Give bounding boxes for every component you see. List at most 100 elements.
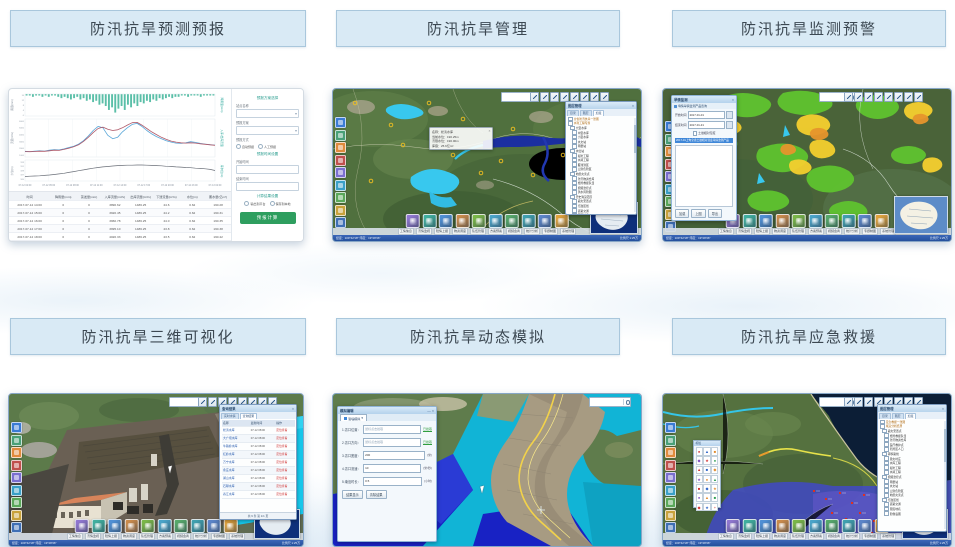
locate-link[interactable]: 定位查看 bbox=[276, 484, 294, 488]
dock-label[interactable]: 险情上报 bbox=[434, 228, 450, 235]
dock-icon-6[interactable] bbox=[808, 519, 822, 533]
palette-symbol[interactable]: ◆ bbox=[696, 456, 703, 465]
sim-row-input[interactable]: 10 bbox=[363, 464, 422, 473]
result-row[interactable]: 石碌水库07-12 08:00定位查看 bbox=[222, 483, 295, 491]
side-tool-icon-3[interactable] bbox=[11, 447, 22, 458]
palette-symbol[interactable]: ■ bbox=[711, 447, 718, 456]
palette-symbol[interactable]: ▲ bbox=[696, 466, 703, 475]
dock-label[interactable]: 汛情监视 bbox=[736, 533, 752, 540]
locate-link[interactable]: 定位查看 bbox=[276, 476, 294, 480]
dock-icon-6[interactable] bbox=[488, 214, 502, 228]
side-tool-icon-8[interactable] bbox=[335, 205, 346, 216]
layer-tree-item[interactable]: 居民地名 bbox=[568, 213, 635, 214]
dock-label[interactable]: 物资调度 bbox=[772, 533, 788, 540]
dock-label[interactable]: 专题制图 bbox=[862, 228, 878, 235]
close-icon[interactable]: × bbox=[942, 407, 944, 411]
select-tool-icon[interactable] bbox=[198, 397, 207, 407]
dialog-button[interactable]: 结果显示 bbox=[342, 490, 363, 499]
result-row[interactable]: 红岭水库07-12 08:00定位查看 bbox=[222, 451, 295, 459]
side-tool-icon-1[interactable] bbox=[665, 422, 676, 433]
dock-icon-6[interactable] bbox=[808, 214, 822, 228]
dock-label[interactable]: 队伍管理 bbox=[139, 533, 155, 540]
result-row[interactable]: 松涛水库07-12 08:00定位查看 bbox=[222, 427, 295, 435]
sim-row-input[interactable]: 鼠标点击拾取 bbox=[363, 425, 421, 434]
dock-icon-7[interactable] bbox=[825, 519, 839, 533]
dock-label[interactable]: 系统管理 bbox=[229, 533, 245, 540]
dock-label[interactable]: 视频会商 bbox=[175, 533, 191, 540]
dock-icon-1[interactable] bbox=[406, 214, 420, 228]
measure-tool-icon[interactable] bbox=[854, 397, 863, 407]
dock-icon-8[interactable] bbox=[841, 519, 855, 533]
dialog-button[interactable]: 上图 bbox=[691, 209, 705, 218]
side-tool-icon-6[interactable] bbox=[665, 485, 676, 496]
dialog-button[interactable]: 加载 bbox=[675, 209, 689, 218]
dock-icon-2[interactable] bbox=[742, 519, 756, 533]
table-row[interactable]: 2017-07-12 19:00004051.201486.2523.20.62… bbox=[9, 241, 231, 242]
dock-icon-9[interactable] bbox=[538, 214, 552, 228]
dock-label[interactable]: 方案预案 bbox=[808, 533, 824, 540]
start-date-input[interactable]: 2017-01-01 bbox=[688, 111, 725, 119]
side-tool-icon-7[interactable] bbox=[335, 192, 346, 203]
dock-icon-7[interactable] bbox=[825, 214, 839, 228]
select-tool-icon[interactable] bbox=[844, 92, 853, 102]
side-tool-icon-4[interactable] bbox=[335, 155, 346, 166]
select-tool-icon[interactable] bbox=[844, 397, 853, 407]
dock-icon-2[interactable] bbox=[422, 214, 436, 228]
table-row[interactable]: 2017-07-12 18:00004020.331486.2523.50.62… bbox=[9, 233, 231, 241]
side-tool-icon-6[interactable] bbox=[335, 180, 346, 191]
dock-icon-1[interactable] bbox=[726, 519, 740, 533]
side-tool-icon-7[interactable] bbox=[11, 497, 22, 508]
dock-icon-8[interactable] bbox=[521, 214, 535, 228]
side-tool-icon-9[interactable] bbox=[335, 217, 346, 228]
dialog-button[interactable]: 导出 bbox=[708, 209, 722, 218]
dock-icon-9[interactable] bbox=[207, 519, 221, 533]
sim-row-input[interactable]: 200 bbox=[363, 451, 425, 460]
dock-label[interactable]: 汛情监视 bbox=[85, 533, 101, 540]
dock-icon-8[interactable] bbox=[841, 214, 855, 228]
side-tool-icon-8[interactable] bbox=[11, 510, 22, 521]
side-tool-icon-5[interactable] bbox=[665, 472, 676, 483]
scheme-select[interactable] bbox=[236, 126, 299, 135]
palette-symbol[interactable]: ★ bbox=[703, 503, 710, 512]
measure-tool-icon[interactable] bbox=[208, 397, 217, 407]
dock-icon-2[interactable] bbox=[91, 519, 105, 533]
dock-label[interactable]: 险情上报 bbox=[103, 533, 119, 540]
close-icon[interactable]: × bbox=[632, 104, 634, 108]
palette-symbol[interactable]: ▲ bbox=[703, 447, 710, 456]
dock-icon-2[interactable] bbox=[742, 214, 756, 228]
palette-symbol[interactable]: ▲ bbox=[703, 493, 710, 502]
dock-label[interactable]: 物资调度 bbox=[772, 228, 788, 235]
dock-icon-3[interactable] bbox=[108, 519, 122, 533]
measure-tool-icon[interactable] bbox=[540, 92, 549, 102]
side-tool-icon-5[interactable] bbox=[11, 472, 22, 483]
palette-symbol[interactable]: ★ bbox=[696, 475, 703, 484]
locate-link[interactable]: 定位查看 bbox=[276, 444, 294, 448]
layer-checkbox-icon[interactable] bbox=[572, 213, 577, 214]
palette-symbol[interactable]: ● bbox=[696, 447, 703, 456]
table-row[interactable]: 2017-07-12 16:00003960.781486.2524.00.62… bbox=[9, 217, 231, 225]
dock-icon-10[interactable] bbox=[554, 214, 568, 228]
palette-symbol[interactable]: ■ bbox=[696, 484, 703, 493]
dock-label[interactable]: 汛情监视 bbox=[736, 228, 752, 235]
dock-icon-5[interactable] bbox=[792, 519, 806, 533]
calc-option-2[interactable]: 保存到本地 bbox=[270, 201, 291, 206]
mode-option-auto[interactable]: 自动预报 bbox=[236, 144, 254, 149]
dock-label[interactable]: 系统管理 bbox=[880, 533, 896, 540]
dock-label[interactable]: 专题制图 bbox=[211, 533, 227, 540]
close-icon[interactable]: — × bbox=[427, 409, 434, 413]
locate-link[interactable]: 定位查看 bbox=[276, 492, 294, 496]
selected-product-item[interactable]: 2017-01上旬全省土壤相对湿度旱情监测产品 bbox=[675, 138, 733, 144]
end-time-input[interactable] bbox=[236, 182, 299, 191]
side-tool-icon-8[interactable] bbox=[665, 510, 676, 521]
dock-label[interactable]: 方案预案 bbox=[488, 228, 504, 235]
north-arrow-icon[interactable] bbox=[914, 92, 923, 102]
table-row[interactable]: 2017-07-12 17:00003995.101486.2523.80.62… bbox=[9, 225, 231, 233]
dock-icon-4[interactable] bbox=[124, 519, 138, 533]
pagination[interactable]: 共 9 条 第 1/1 页 bbox=[248, 514, 269, 518]
side-tool-icon-1[interactable] bbox=[11, 422, 22, 433]
dock-label[interactable]: 队伍管理 bbox=[470, 228, 486, 235]
dock-label[interactable]: 工情信息 bbox=[718, 228, 734, 235]
dock-label[interactable]: 队伍管理 bbox=[790, 228, 806, 235]
mode-option-manual[interactable]: 人工预报 bbox=[258, 144, 276, 149]
dock-label[interactable]: 工情信息 bbox=[398, 228, 414, 235]
